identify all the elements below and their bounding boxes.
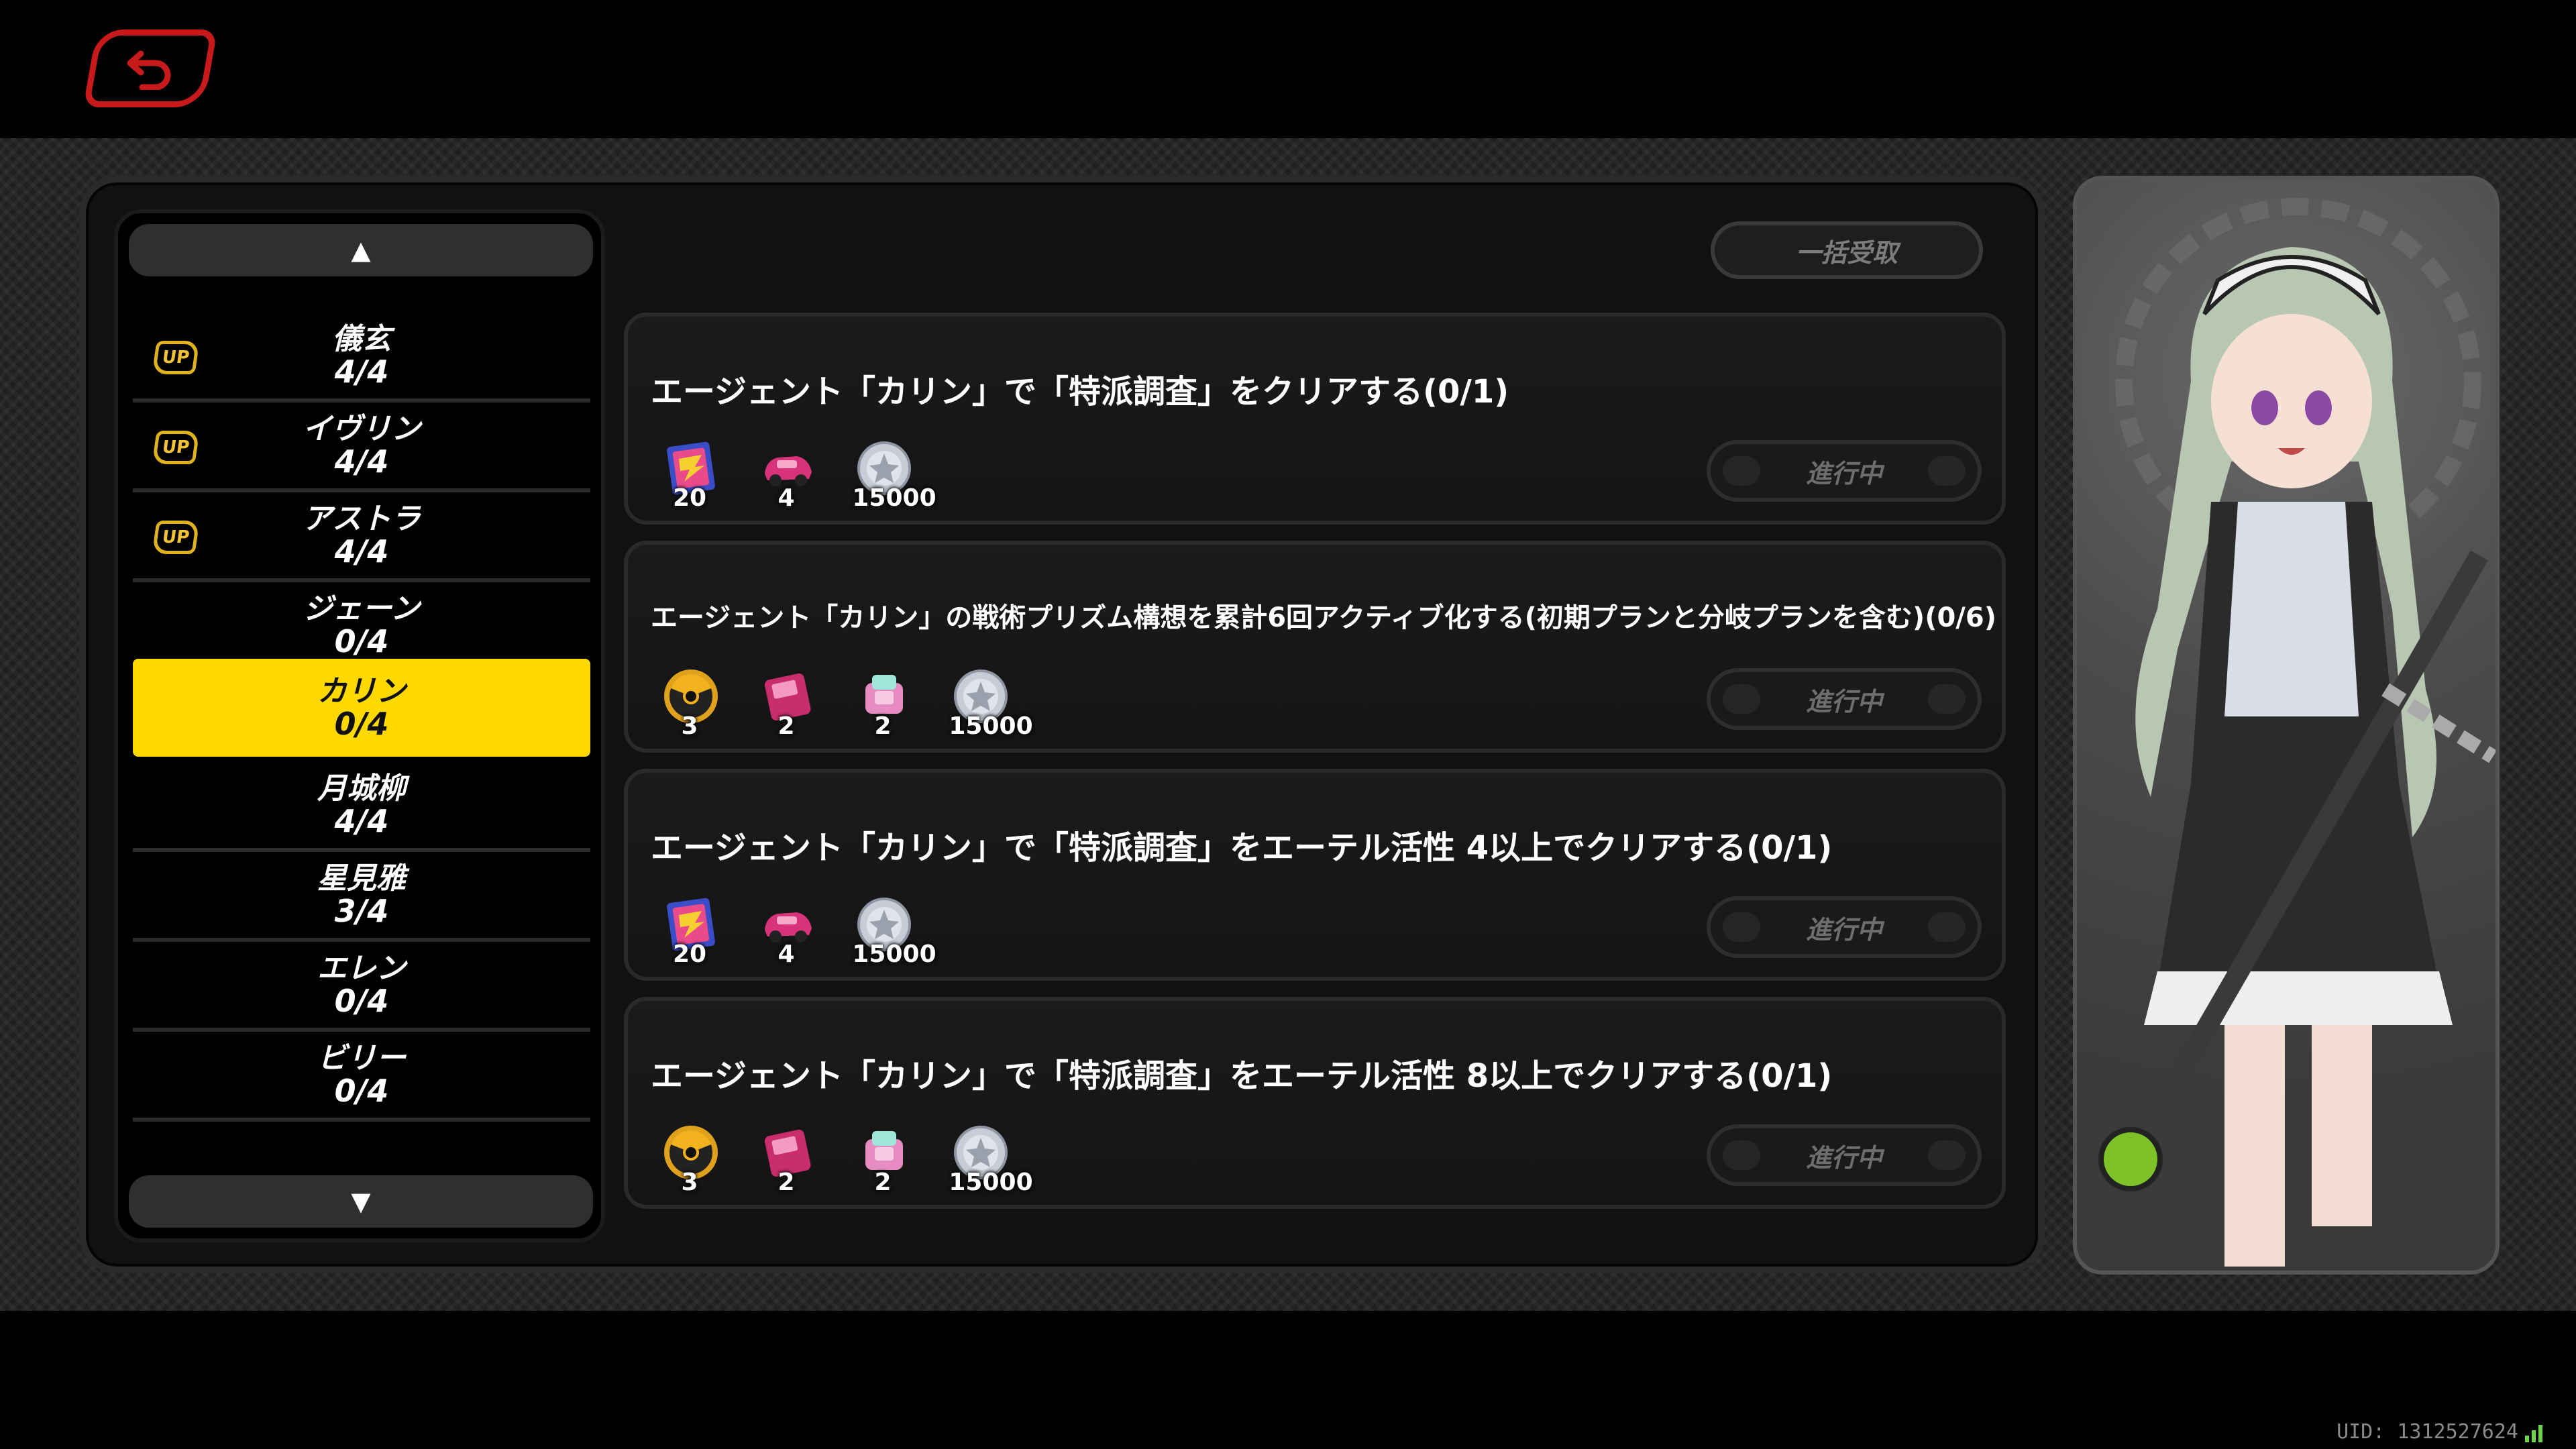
mission-title: エージェント「カリン」で「特派調査」をクリアする(0/1) <box>651 373 1509 411</box>
back-button[interactable] <box>83 30 218 107</box>
character-portrait-icon <box>2098 198 2496 1267</box>
caret-up-icon: ▲ <box>351 235 371 265</box>
agent-name: ビリー <box>317 1041 406 1075</box>
agent-progress: 0/4 <box>334 983 389 1019</box>
reward-list: 20 4 15000 <box>657 437 938 512</box>
agent-progress: 0/4 <box>334 706 389 742</box>
signal-bars-icon <box>2525 1422 2542 1442</box>
mission-title: エージェント「カリン」の戦術プリズム構想を累計6回アクティブ化する(初期プランと… <box>651 602 1997 633</box>
agent-progress: 4/4 <box>334 354 389 390</box>
reward-item[interactable]: 15000 <box>851 437 938 512</box>
agent-name: 月城柳 <box>317 771 406 806</box>
game-screen: ▲ UP 儀玄 4/4 UP イヴリン 4/4 UP アストラ 4/4 ジェーン… <box>0 0 2576 1449</box>
claim-all-button[interactable]: 一括受取 <box>1711 221 1983 279</box>
reward-quantity: 4 <box>777 941 795 968</box>
agent-name: カリン <box>317 674 406 708</box>
mission-card: エージェント「カリン」で「特派調査」をエーテル活性 4以上でクリアする(0/1)… <box>624 769 2006 981</box>
agent-progress: 0/4 <box>334 1073 389 1109</box>
reward-quantity: 2 <box>874 712 892 740</box>
up-badge: UP <box>152 521 200 554</box>
mission-title: エージェント「カリン」で「特派調査」をエーテル活性 4以上でクリアする(0/1) <box>651 829 1833 867</box>
reward-quantity: 2 <box>777 712 795 740</box>
reward-item[interactable]: 4 <box>754 894 818 968</box>
reward-quantity: 15000 <box>852 941 936 968</box>
agent-progress: 3/4 <box>334 893 389 929</box>
reward-list: 3 2 2 15000 <box>657 665 1034 740</box>
reward-quantity: 3 <box>681 1169 698 1196</box>
reward-quantity: 15000 <box>949 712 1033 740</box>
reward-item[interactable]: 3 <box>657 1122 722 1196</box>
mission-card: エージェント「カリン」で「特派調査」をクリアする(0/1) 20 4 15000… <box>624 313 2006 525</box>
reward-quantity: 15000 <box>852 484 936 512</box>
agent-name: アストラ <box>303 502 421 536</box>
status-in-progress: 進行中 <box>1707 1124 1982 1186</box>
reward-item[interactable]: 15000 <box>851 894 938 968</box>
agent-name: エレン <box>317 951 406 985</box>
agent-name: 儀玄 <box>332 322 391 356</box>
agent-list-item[interactable]: エレン 0/4 <box>133 942 590 1032</box>
agent-progress: 4/4 <box>334 533 389 570</box>
reward-item[interactable]: 20 <box>657 894 722 968</box>
character-portrait <box>2073 176 2500 1275</box>
up-badge: UP <box>152 431 200 464</box>
reward-quantity: 2 <box>777 1169 795 1196</box>
agent-name: イヴリン <box>303 412 421 446</box>
agent-list: ▲ UP 儀玄 4/4 UP イヴリン 4/4 UP アストラ 4/4 ジェーン… <box>114 209 605 1242</box>
agent-progress: 0/4 <box>334 623 389 659</box>
undo-arrow-icon <box>127 50 171 90</box>
agent-list-item[interactable]: ビリー 0/4 <box>133 1032 590 1122</box>
mission-title: エージェント「カリン」で「特派調査」をエーテル活性 8以上でクリアする(0/1) <box>651 1057 1833 1095</box>
up-badge: UP <box>152 341 200 374</box>
reward-item[interactable]: 20 <box>657 437 722 512</box>
scroll-down-button[interactable]: ▼ <box>129 1175 593 1228</box>
reward-item[interactable]: 2 <box>754 1122 818 1196</box>
agent-list-item[interactable]: UP アストラ 4/4 <box>133 492 590 582</box>
scroll-up-button[interactable]: ▲ <box>129 224 593 276</box>
reward-quantity: 15000 <box>949 1169 1033 1196</box>
agent-name: 星見雅 <box>317 861 406 896</box>
agent-list-item[interactable]: UP イヴリン 4/4 <box>133 402 590 492</box>
reward-quantity: 20 <box>672 941 707 968</box>
reward-item[interactable]: 2 <box>851 1122 915 1196</box>
reward-item[interactable]: 15000 <box>947 1122 1034 1196</box>
mission-card: エージェント「カリン」で「特派調査」をエーテル活性 8以上でクリアする(0/1)… <box>624 997 2006 1209</box>
status-in-progress: 進行中 <box>1707 668 1982 730</box>
agent-name: ジェーン <box>303 592 420 626</box>
reward-quantity: 4 <box>777 484 795 512</box>
agent-progress: 4/4 <box>334 443 389 480</box>
reward-item[interactable]: 2 <box>851 665 915 740</box>
uid-text: UID: 1312527624 <box>2337 1420 2518 1444</box>
status-in-progress: 進行中 <box>1707 896 1982 958</box>
reward-item[interactable]: 2 <box>754 665 818 740</box>
reward-list: 3 2 2 15000 <box>657 1122 1034 1196</box>
reward-item[interactable]: 15000 <box>947 665 1034 740</box>
agent-list-item[interactable]: 星見雅 3/4 <box>133 852 590 942</box>
reward-list: 20 4 15000 <box>657 894 938 968</box>
agent-list-item[interactable]: UP 儀玄 4/4 <box>133 313 590 402</box>
agent-progress: 4/4 <box>334 803 389 839</box>
reward-item[interactable]: 4 <box>754 437 818 512</box>
caret-down-icon: ▼ <box>351 1187 371 1216</box>
reward-quantity: 3 <box>681 712 698 740</box>
status-in-progress: 進行中 <box>1707 440 1982 502</box>
agent-list-item-selected[interactable]: カリン 0/4 <box>133 659 590 757</box>
reward-quantity: 2 <box>874 1169 892 1196</box>
reward-item[interactable]: 3 <box>657 665 722 740</box>
uid-label: UID: 1312527624 <box>2337 1420 2542 1444</box>
reward-quantity: 20 <box>672 484 707 512</box>
mission-card: エージェント「カリン」の戦術プリズム構想を累計6回アクティブ化する(初期プランと… <box>624 541 2006 753</box>
agent-list-item[interactable]: 月城柳 4/4 <box>133 762 590 852</box>
